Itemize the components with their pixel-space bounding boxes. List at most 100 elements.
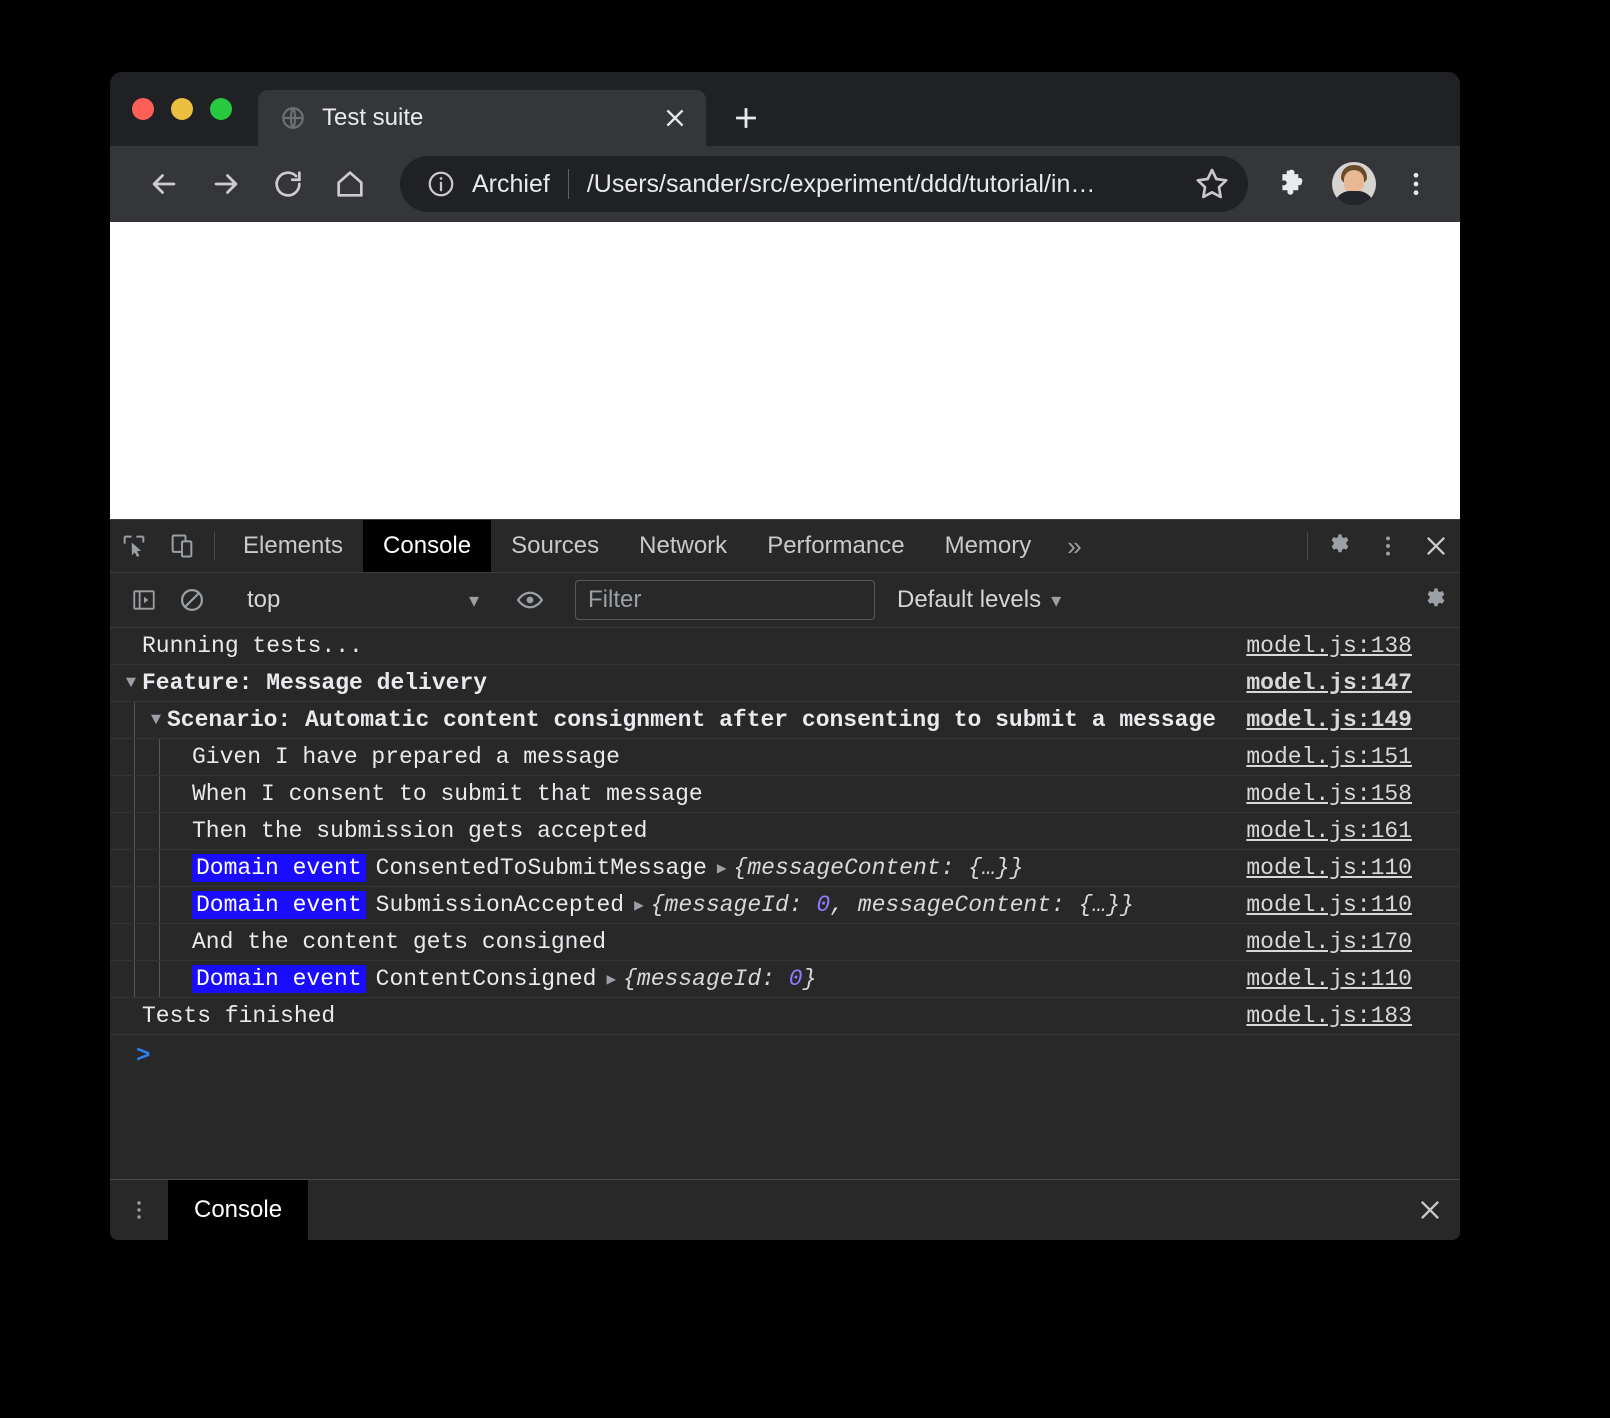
message-text: Running tests... [110, 633, 1226, 659]
console-message-row[interactable]: ▼Feature: Message delivery model.js:147 [110, 665, 1460, 702]
kebab-menu-icon[interactable] [1364, 520, 1412, 572]
tab-sources[interactable]: Sources [491, 520, 619, 572]
console-message-row[interactable]: When I consent to submit that message mod… [110, 776, 1460, 813]
object-expander-icon[interactable]: ▶ [634, 895, 644, 915]
message-text: When I consent to submit that message [160, 781, 1226, 807]
gear-icon[interactable] [1412, 586, 1460, 614]
source-link[interactable]: model.js:138 [1246, 633, 1412, 659]
globe-icon [280, 105, 306, 131]
console-message-row[interactable]: Then the submission gets accepted model.j… [110, 813, 1460, 850]
drawer-tab-console[interactable]: Console [168, 1180, 308, 1240]
tab-label: Sources [511, 532, 599, 560]
console-message-row[interactable]: Given I have prepared a messagemodel.js:… [110, 739, 1460, 776]
console-message-row[interactable]: ▼Scenario: Automatic content consignment… [110, 702, 1460, 739]
close-icon[interactable] [660, 103, 690, 133]
object-number-value: 0 [816, 892, 830, 918]
group-collapse-icon[interactable]: ▼ [145, 711, 167, 730]
message-label: When I consent to submit that message [192, 781, 703, 807]
minimize-window-button[interactable] [171, 98, 193, 120]
console-message-row[interactable]: Running tests... model.js:138 [110, 628, 1460, 665]
clear-console-icon[interactable] [168, 586, 216, 614]
object-expander-icon[interactable]: ▶ [717, 858, 727, 878]
object-expander-icon[interactable]: ▶ [606, 969, 616, 989]
tabbar-spacer [1098, 520, 1299, 572]
info-circle-icon[interactable] [426, 169, 456, 199]
log-levels-dropdown[interactable]: Default levels ▾ [897, 586, 1061, 614]
tab-label: Console [383, 532, 471, 560]
tab-console[interactable]: Console [363, 520, 491, 572]
console-message-row[interactable]: And the content gets consigned model.js:1… [110, 924, 1460, 961]
source-link[interactable]: model.js:110 [1246, 855, 1412, 881]
filter-input[interactable] [575, 580, 875, 620]
user-avatar[interactable] [1332, 162, 1376, 206]
console-prompt[interactable]: > [110, 1035, 1460, 1077]
source-link[interactable]: model.js:151 [1246, 744, 1412, 770]
console-message-row[interactable]: Domain eventSubmissionAccepted▶{messageI… [110, 887, 1460, 924]
close-window-button[interactable] [132, 98, 154, 120]
tab-network[interactable]: Network [619, 520, 747, 572]
console-message-row[interactable]: Domain eventConsentedToSubmitMessage▶{me… [110, 850, 1460, 887]
source-link[interactable]: model.js:110 [1246, 966, 1412, 992]
console-message-row[interactable]: Tests finished model.js:183 [110, 998, 1460, 1035]
prompt-caret-icon: > [136, 1043, 150, 1070]
star-icon[interactable] [1192, 164, 1232, 204]
tab-elements[interactable]: Elements [223, 520, 363, 572]
devtools-tabbar: Elements Console Sources Network Perform… [110, 520, 1460, 573]
browser-toolbar: Archief /Users/sander/src/experiment/ddd… [110, 146, 1460, 222]
message-label: And the content gets consigned [192, 929, 606, 955]
message-text: And the content gets consigned [160, 929, 1226, 955]
device-toolbar-icon[interactable] [158, 520, 206, 572]
browser-tab[interactable]: Test suite [258, 90, 706, 146]
omnibox-divider [568, 169, 569, 199]
close-icon[interactable] [1400, 1180, 1460, 1240]
reload-icon[interactable] [260, 156, 316, 212]
message-label: Then the submission gets accepted [192, 818, 647, 844]
arrow-left-icon[interactable] [136, 156, 192, 212]
tab-label: Elements [243, 532, 343, 560]
inspect-element-icon[interactable] [110, 520, 158, 572]
gear-icon[interactable] [1316, 520, 1364, 572]
source-link[interactable]: model.js:161 [1246, 818, 1412, 844]
source-link[interactable]: model.js:149 [1246, 707, 1412, 733]
source-link[interactable]: model.js:170 [1246, 929, 1412, 955]
home-icon[interactable] [322, 156, 378, 212]
devtools-panel: Elements Console Sources Network Perform… [110, 519, 1460, 1240]
tab-label: Memory [945, 532, 1032, 560]
message-label: Feature: Message delivery [142, 670, 487, 696]
console-message-row[interactable]: Domain eventContentConsigned▶{messageId:… [110, 961, 1460, 998]
maximize-window-button[interactable] [210, 98, 232, 120]
drawer-spacer [308, 1180, 1400, 1240]
puzzle-icon[interactable] [1268, 160, 1316, 208]
tab-strip: Test suite [110, 72, 1460, 146]
source-link[interactable]: model.js:158 [1246, 781, 1412, 807]
message-label: Tests finished [142, 1003, 335, 1029]
source-link[interactable]: model.js:147 [1246, 670, 1412, 696]
group-collapse-icon[interactable]: ▼ [120, 674, 142, 693]
address-bar[interactable]: Archief /Users/sander/src/experiment/ddd… [400, 156, 1248, 212]
group-indent-bar [134, 813, 135, 849]
group-indent-bar [134, 961, 135, 997]
chevron-double-right-icon[interactable]: » [1051, 520, 1097, 572]
console-message-list[interactable]: Running tests...model.js:138▼Feature: Me… [110, 628, 1460, 1179]
source-link[interactable]: model.js:110 [1246, 892, 1412, 918]
source-link[interactable]: model.js:183 [1246, 1003, 1412, 1029]
plus-icon[interactable] [720, 92, 772, 144]
close-icon[interactable] [1412, 520, 1460, 572]
url-text: /Users/sander/src/experiment/ddd/tutoria… [587, 170, 1192, 199]
message-label: Running tests... [142, 633, 363, 659]
message-text: Then the submission gets accepted [160, 818, 1226, 844]
kebab-menu-icon[interactable] [1392, 160, 1440, 208]
devtools-drawer: Console [110, 1179, 1460, 1240]
live-expression-icon[interactable] [506, 585, 554, 615]
console-sidebar-icon[interactable] [120, 587, 168, 613]
tab-memory[interactable]: Memory [925, 520, 1052, 572]
kebab-menu-icon[interactable] [110, 1180, 168, 1240]
event-name: ContentConsigned [376, 966, 597, 992]
context-value: top [247, 586, 469, 614]
execution-context-dropdown[interactable]: top ▾ [233, 580, 489, 620]
arrow-right-icon[interactable] [198, 156, 254, 212]
message-text: Domain eventSubmissionAccepted▶{messageI… [160, 891, 1226, 919]
tab-performance[interactable]: Performance [747, 520, 924, 572]
group-indent-bar [134, 924, 135, 960]
group-indent-bar [134, 850, 135, 886]
